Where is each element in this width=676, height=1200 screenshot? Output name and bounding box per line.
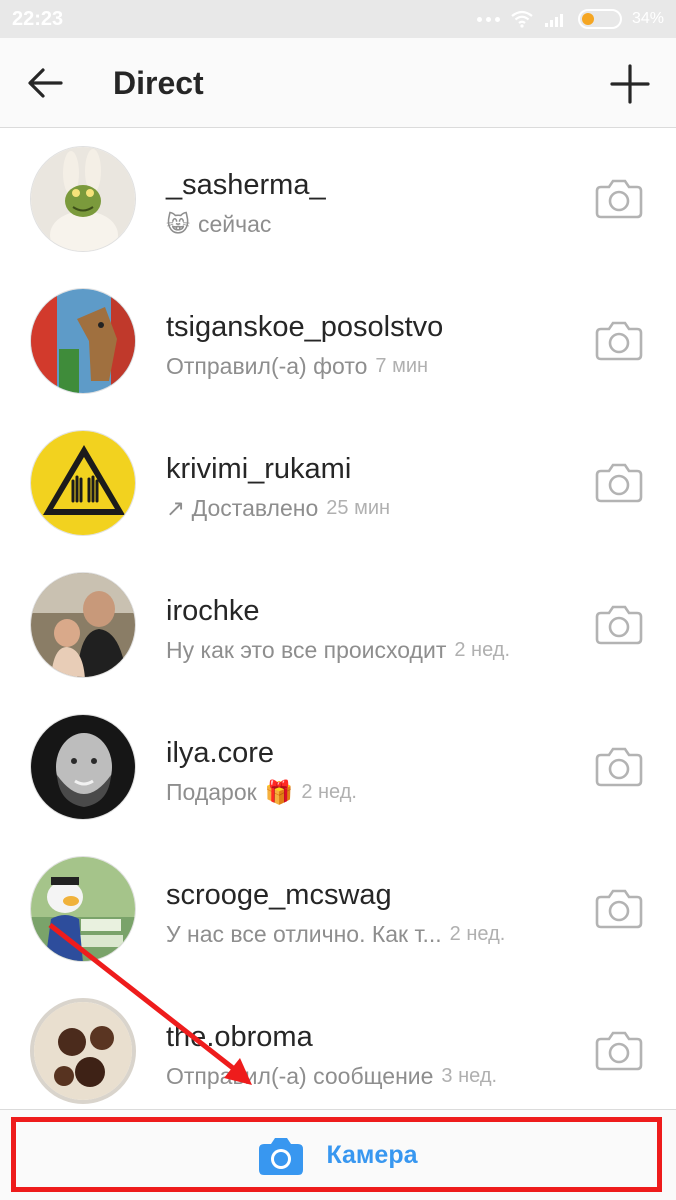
header: Direct <box>0 38 676 128</box>
preview-time: 2 нед. <box>301 781 357 803</box>
conversation-username: irochke <box>166 595 260 627</box>
bottom-bar: Камера <box>0 1109 676 1200</box>
conversation-row[interactable]: the.obroma Отправил(-а) сообщение 3 нед. <box>0 981 676 1109</box>
conversation-preview: 😸 сейчас <box>166 211 271 238</box>
preview-text: Подарок <box>166 779 257 805</box>
preview-time: 2 нед. <box>454 639 510 661</box>
conversation-list: _sasherma_ 😸 сейчас tsiganskoe_posolstvo… <box>0 129 676 1109</box>
conversation-username: the.obroma <box>166 1021 313 1053</box>
status-bar: 22:23 34% <box>0 0 676 38</box>
conversation-row[interactable]: ilya.core Подарок 🎁 2 нед. <box>0 697 676 839</box>
conversation-preview: Отправил(-а) сообщение 3 нед. <box>166 1063 497 1090</box>
preview-text: Отправил(-а) сообщение <box>166 1063 434 1089</box>
camera-outline-icon[interactable] <box>595 1029 643 1071</box>
conversation-preview: Отправил(-а) фото 7 мин <box>166 353 428 380</box>
new-message-button[interactable] <box>606 60 654 108</box>
camera-outline-icon[interactable] <box>595 177 643 219</box>
battery-icon <box>577 9 622 29</box>
status-indicators: 34% <box>476 8 664 30</box>
camera-outline-icon[interactable] <box>595 745 643 787</box>
camera-outline-icon[interactable] <box>595 461 643 503</box>
camera-outline-icon[interactable] <box>595 319 643 361</box>
camera-button[interactable]: Камера <box>0 1110 676 1200</box>
preview-text: У нас все отлично. Как т... <box>166 921 442 947</box>
cat-emoji-icon: 😸 <box>166 211 190 237</box>
battery-percent: 34% <box>631 10 664 27</box>
avatar <box>30 572 136 678</box>
status-time: 22:23 <box>12 8 64 30</box>
preview-time: 25 мин <box>326 497 391 519</box>
camera-outline-icon[interactable] <box>595 603 643 645</box>
preview-text: сейчас <box>197 211 272 237</box>
conversation-username: scrooge_mcswag <box>166 879 392 911</box>
gift-emoji-icon: 🎁 <box>264 779 294 805</box>
camera-button-label: Камера <box>326 1141 418 1169</box>
back-arrow-icon <box>28 68 63 98</box>
plus-icon <box>610 64 650 104</box>
signal-icon <box>544 14 563 27</box>
conversation-username: _sasherma_ <box>166 169 326 201</box>
wifi-icon <box>511 10 533 28</box>
page-title: Direct <box>113 65 204 101</box>
conversation-username: ilya.core <box>166 737 274 769</box>
conversation-preview: Ну как это все происходит 2 нед. <box>166 637 510 664</box>
conversation-username: krivimi_rukami <box>166 453 352 485</box>
preview-time: 2 нед. <box>449 923 506 945</box>
conversation-preview: ↗ Доставлено 25 мин <box>166 495 390 522</box>
conversation-preview: У нас все отлично. Как т... 2 нед. <box>166 921 505 948</box>
preview-text: Ну как это все происходит <box>166 637 447 663</box>
avatar <box>30 430 136 536</box>
avatar <box>30 146 136 252</box>
conversation-row[interactable]: irochke Ну как это все происходит 2 нед. <box>0 555 676 697</box>
avatar <box>30 288 136 394</box>
preview-time: 3 нед. <box>441 1065 498 1087</box>
conversation-row[interactable]: _sasherma_ 😸 сейчас <box>0 129 676 271</box>
conversation-row[interactable]: krivimi_rukami ↗ Доставлено 25 мин <box>0 413 676 555</box>
avatar <box>30 856 136 962</box>
conversation-username: tsiganskoe_posolstvo <box>166 311 444 343</box>
camera-outline-icon[interactable] <box>595 887 643 929</box>
back-button[interactable] <box>22 60 68 106</box>
conversation-preview: Подарок 🎁 2 нед. <box>166 779 357 806</box>
preview-text: Отправил(-а) фото <box>166 353 368 379</box>
camera-filled-icon <box>259 1137 304 1175</box>
more-dots-icon <box>476 16 500 22</box>
conversation-row[interactable]: scrooge_mcswag У нас все отлично. Как т.… <box>0 839 676 981</box>
preview-text: ↗ Доставлено <box>166 495 319 521</box>
conversation-row[interactable]: tsiganskoe_posolstvo Отправил(-а) фото 7… <box>0 271 676 413</box>
preview-time: 7 мин <box>375 355 429 377</box>
avatar <box>30 714 136 820</box>
avatar <box>30 998 136 1104</box>
